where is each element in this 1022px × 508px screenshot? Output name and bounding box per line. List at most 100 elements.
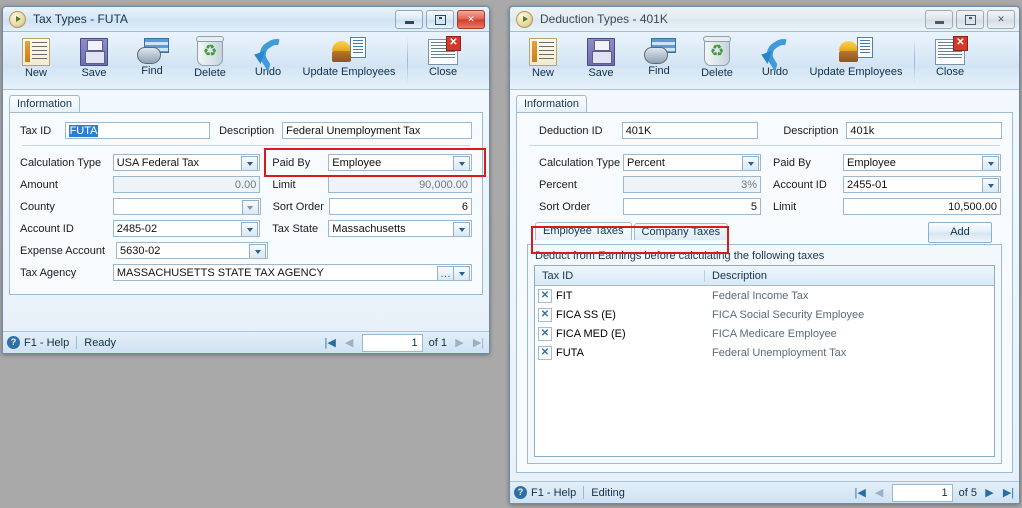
percent-input[interactable]: 3% bbox=[623, 176, 761, 193]
account-id-select[interactable]: 2455-01 bbox=[843, 176, 1001, 193]
next-record-button[interactable]: ▶ bbox=[453, 336, 466, 349]
grid-cell-tax-id: ✕ FIT bbox=[535, 288, 705, 303]
account-id-select[interactable]: 2485-02 bbox=[112, 220, 261, 237]
tab-company-taxes[interactable]: Company Taxes bbox=[633, 223, 729, 240]
toolbar-update-employees-button[interactable]: Update Employees bbox=[804, 34, 908, 78]
table-row[interactable]: ✕ FICA SS (E) FICA Social Security Emplo… bbox=[535, 305, 994, 324]
deduction-id-input[interactable]: 401K bbox=[621, 122, 758, 139]
record-number-input[interactable]: 1 bbox=[891, 483, 953, 502]
toolbar-delete-button[interactable]: Delete bbox=[181, 34, 239, 79]
maximize-button[interactable] bbox=[426, 10, 454, 29]
help-label[interactable]: F1 - Help bbox=[24, 337, 69, 349]
toolbar-find-button[interactable]: Find bbox=[630, 34, 688, 77]
paid-by-select[interactable]: Employee bbox=[843, 154, 1001, 171]
app-icon bbox=[9, 10, 26, 28]
tab-employee-taxes[interactable]: Employee Taxes bbox=[535, 222, 632, 240]
first-record-button[interactable]: |◀ bbox=[324, 336, 337, 349]
remove-row-icon[interactable]: ✕ bbox=[538, 345, 552, 360]
toolbar-undo-button[interactable]: Undo bbox=[239, 34, 297, 78]
calculation-type-label: Calculation Type bbox=[539, 156, 621, 169]
toolbar-save-button[interactable]: Save bbox=[65, 34, 123, 79]
new-document-icon bbox=[22, 38, 50, 66]
chevron-down-icon[interactable] bbox=[742, 156, 759, 170]
table-row[interactable]: ✕ FICA MED (E) FICA Medicare Employee bbox=[535, 324, 994, 343]
grid-cell-tax-id: ✕ FICA SS (E) bbox=[535, 307, 705, 322]
remove-row-icon[interactable]: ✕ bbox=[538, 288, 552, 303]
prev-record-button[interactable]: ◀ bbox=[343, 336, 356, 349]
add-button[interactable]: Add bbox=[928, 222, 992, 243]
chevron-down-icon[interactable] bbox=[241, 156, 259, 170]
toolbar-new-button[interactable]: New bbox=[7, 34, 65, 79]
toolbar-delete-button[interactable]: Delete bbox=[688, 34, 746, 79]
limit-input[interactable]: 10,500.00 bbox=[843, 198, 1001, 215]
minimize-button[interactable] bbox=[925, 10, 953, 29]
tab-information[interactable]: Information bbox=[516, 95, 588, 112]
deduction-types-window[interactable]: Deduction Types - 401K ✕ New Save Find ♻… bbox=[509, 6, 1020, 504]
chevron-down-icon[interactable] bbox=[453, 156, 470, 170]
tax-id-input[interactable]: FUTA bbox=[64, 122, 210, 139]
deduction-types-titlebar[interactable]: Deduction Types - 401K ✕ bbox=[510, 7, 1019, 32]
toolbar-find-button[interactable]: Find bbox=[123, 34, 181, 77]
tax-state-select[interactable]: Massachusetts bbox=[328, 220, 472, 237]
row-county-sortorder: County Sort Order 6 bbox=[20, 198, 472, 215]
help-label[interactable]: F1 - Help bbox=[531, 487, 576, 499]
tax-types-window[interactable]: Tax Types - FUTA ✕ New Save Find ♻ Delet… bbox=[2, 6, 490, 354]
expense-account-select[interactable]: 5630-02 bbox=[116, 242, 268, 259]
close-window-button[interactable]: ✕ bbox=[987, 10, 1015, 29]
last-record-button[interactable]: ▶| bbox=[1002, 486, 1015, 499]
toolbar-new-button[interactable]: New bbox=[514, 34, 572, 79]
last-record-button[interactable]: ▶| bbox=[472, 336, 485, 349]
toolbar-delete-label: Delete bbox=[701, 67, 733, 79]
sort-order-input[interactable]: 5 bbox=[623, 198, 761, 215]
tax-types-tabstrip: Information bbox=[9, 95, 483, 113]
first-record-button[interactable]: |◀ bbox=[854, 486, 867, 499]
chevron-down-icon[interactable] bbox=[453, 222, 470, 236]
grid-cell-tax-id: ✕ FUTA bbox=[535, 345, 705, 360]
amount-input[interactable]: 0.00 bbox=[112, 176, 261, 193]
toolbar-save-button[interactable]: Save bbox=[572, 34, 630, 79]
tax-agency-value: MASSACHUSETTS STATE TAX AGENCY bbox=[116, 267, 324, 279]
chevron-down-icon[interactable] bbox=[453, 266, 470, 280]
sort-order-input[interactable]: 6 bbox=[328, 198, 472, 215]
tax-id-label: Tax ID bbox=[20, 124, 52, 137]
tax-state-value: Massachusetts bbox=[332, 223, 406, 235]
table-row[interactable]: ✕ FIT Federal Income Tax bbox=[535, 286, 994, 305]
remove-row-icon[interactable]: ✕ bbox=[538, 326, 552, 341]
calculation-type-select[interactable]: USA Federal Tax bbox=[112, 154, 261, 171]
limit-input[interactable]: 90,000.00 bbox=[328, 176, 472, 193]
minimize-button[interactable] bbox=[395, 10, 423, 29]
paid-by-select[interactable]: Employee bbox=[328, 154, 472, 171]
county-select[interactable] bbox=[112, 198, 261, 215]
ellipsis-lookup-icon[interactable] bbox=[437, 266, 454, 280]
remove-row-icon[interactable]: ✕ bbox=[538, 307, 552, 322]
calculation-type-select[interactable]: Percent bbox=[623, 154, 761, 171]
chevron-down-icon[interactable] bbox=[241, 222, 259, 236]
chevron-down-icon[interactable] bbox=[982, 156, 999, 170]
close-window-button[interactable]: ✕ bbox=[457, 10, 485, 29]
toolbar-undo-button[interactable]: Undo bbox=[746, 34, 804, 78]
prev-record-button[interactable]: ◀ bbox=[873, 486, 886, 499]
tax-agency-input[interactable]: MASSACHUSETTS STATE TAX AGENCY bbox=[112, 264, 472, 281]
tab-information[interactable]: Information bbox=[9, 95, 81, 112]
toolbar-close-button[interactable]: ✕ Close bbox=[414, 34, 472, 78]
description-input[interactable]: 401k bbox=[846, 122, 1002, 139]
toolbar-close-button[interactable]: ✕ Close bbox=[921, 34, 979, 78]
chevron-down-icon[interactable] bbox=[241, 200, 259, 214]
description-input[interactable]: Federal Unemployment Tax bbox=[282, 122, 472, 139]
chevron-down-icon[interactable] bbox=[982, 178, 999, 192]
row-percent-accountid: Percent 3% Account ID 2455-01 bbox=[527, 176, 1002, 193]
expense-account-label: Expense Account bbox=[20, 244, 106, 257]
next-record-button[interactable]: ▶ bbox=[983, 486, 996, 499]
chevron-down-icon[interactable] bbox=[249, 244, 266, 258]
toolbar-update-employees-button[interactable]: Update Employees bbox=[297, 34, 401, 78]
taxes-grid[interactable]: Tax ID Description ✕ FIT Federal Income … bbox=[534, 265, 995, 457]
maximize-button[interactable] bbox=[956, 10, 984, 29]
tax-types-titlebar[interactable]: Tax Types - FUTA ✕ bbox=[3, 7, 489, 32]
deduction-types-statusbar: ? F1 - Help Editing |◀ ◀ 1 of 5 ▶ ▶| bbox=[510, 481, 1019, 503]
tax-types-title: Tax Types - FUTA bbox=[33, 12, 128, 26]
table-row[interactable]: ✕ FUTA Federal Unemployment Tax bbox=[535, 343, 994, 362]
toolbar-close-label: Close bbox=[428, 66, 458, 78]
calculation-type-label: Calculation Type bbox=[20, 156, 102, 169]
limit-label: Limit bbox=[773, 200, 797, 213]
record-number-input[interactable]: 1 bbox=[361, 333, 423, 352]
